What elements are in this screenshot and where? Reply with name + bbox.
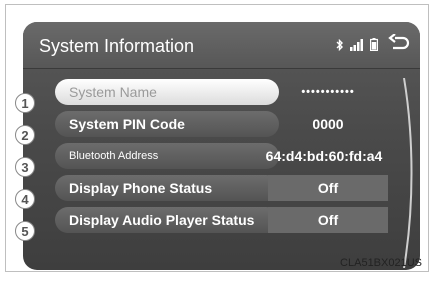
callout-3: 3 xyxy=(15,157,35,177)
list-item-pin-code[interactable]: System PIN Code 0000 xyxy=(55,111,388,137)
pin-code-button[interactable]: System PIN Code xyxy=(55,111,279,137)
system-name-value: ••••••••••• xyxy=(268,79,388,105)
system-name-label: System Name xyxy=(69,84,157,100)
battery-icon xyxy=(370,38,378,51)
system-name-text: ••••••••••• xyxy=(301,86,355,98)
display-phone-status-text: Off xyxy=(317,180,339,196)
back-icon[interactable] xyxy=(388,34,410,54)
callout-1: 1 xyxy=(15,93,35,113)
system-name-button[interactable]: System Name xyxy=(55,79,279,105)
list-item-display-phone-status[interactable]: Display Phone Status Off xyxy=(55,175,388,201)
figure-frame: System Information System Name •••••••••… xyxy=(5,4,429,272)
signal-bars-icon xyxy=(350,39,363,51)
pin-code-label: System PIN Code xyxy=(69,116,185,132)
callout-4: 4 xyxy=(15,189,35,209)
pin-code-value: 0000 xyxy=(268,111,388,137)
bluetooth-address-text: 64:d4:bd:60:fd:a4 xyxy=(265,148,383,164)
callout-2: 2 xyxy=(15,125,35,145)
display-audio-status-button[interactable]: Display Audio Player Status xyxy=(55,207,279,233)
display-phone-status-button[interactable]: Display Phone Status xyxy=(55,175,279,201)
status-icons xyxy=(336,38,378,51)
figure-code: CLA51BX021US xyxy=(340,257,422,269)
display-audio-status-text: Off xyxy=(317,212,339,228)
display-audio-status-label: Display Audio Player Status xyxy=(69,212,255,228)
bluetooth-address-label: Bluetooth Address xyxy=(69,150,159,162)
display-screen: System Information System Name •••••••••… xyxy=(23,22,420,270)
display-audio-status-toggle[interactable]: Off xyxy=(268,207,388,233)
list-item-bluetooth-address: Bluetooth Address 64:d4:bd:60:fd:a4 xyxy=(55,143,388,169)
pin-code-text: 0000 xyxy=(312,116,344,132)
page-title: System Information xyxy=(39,36,195,56)
bluetooth-icon xyxy=(336,39,343,51)
bluetooth-address-value: 64:d4:bd:60:fd:a4 xyxy=(254,143,394,169)
header-bar: System Information xyxy=(23,22,420,69)
list-item-display-audio-status[interactable]: Display Audio Player Status Off xyxy=(55,207,388,233)
callout-5: 5 xyxy=(15,221,35,241)
list-item-system-name[interactable]: System Name ••••••••••• xyxy=(55,79,388,105)
scrollbar[interactable] xyxy=(402,78,414,268)
bluetooth-address-field: Bluetooth Address xyxy=(55,143,279,169)
display-phone-status-label: Display Phone Status xyxy=(69,180,213,196)
display-phone-status-toggle[interactable]: Off xyxy=(268,175,388,201)
